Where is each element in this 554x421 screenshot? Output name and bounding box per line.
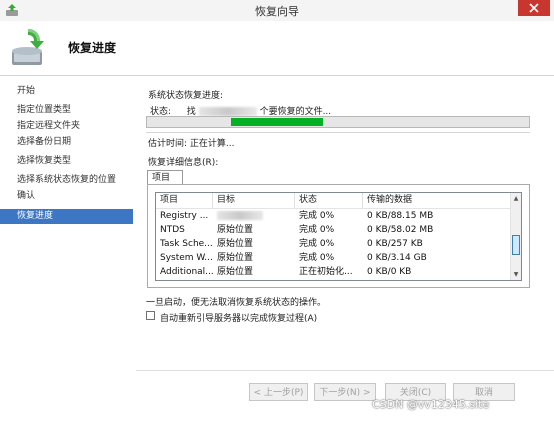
redacted-area: [198, 107, 257, 116]
page-title: 恢复进度: [68, 41, 117, 55]
column-header-status[interactable]: 状态: [295, 193, 363, 208]
cell-target: 原始位置: [217, 253, 254, 263]
cell-status: 正在初始化...: [299, 267, 353, 277]
tab-items[interactable]: 项目: [147, 170, 183, 184]
sidebar-item-location-type: 指定位置类型: [17, 105, 72, 115]
column-header-transferred[interactable]: 传输的数据: [363, 193, 512, 208]
list-scrollbar[interactable]: ▲ ▼: [510, 193, 521, 280]
cell-status: 完成 0%: [299, 253, 335, 263]
scroll-down-icon[interactable]: ▼: [512, 270, 520, 279]
scroll-up-icon[interactable]: ▲: [512, 194, 520, 203]
restore-progress-bar: [146, 116, 530, 128]
cell-transferred: 0 KB/0 KB: [367, 267, 412, 277]
cell-status: 完成 0%: [299, 211, 335, 221]
column-header-target[interactable]: 目标: [213, 193, 295, 208]
reboot-checkbox-label[interactable]: 自动重新引导服务器以完成恢复过程(A): [160, 311, 317, 324]
table-row[interactable]: NTDS 原始位置 完成 0% 0 KB/58.02 MB: [156, 224, 512, 237]
section-label: 系统状态恢复进度:: [148, 91, 224, 101]
restore-wizard-icon: [8, 27, 52, 69]
watermark: CSDN @vv12345.site: [372, 398, 490, 411]
sidebar-item-remote-folder: 指定远程文件夹: [17, 121, 81, 131]
estimate-text: 估计时间: 正在计算...: [148, 139, 235, 149]
cell-transferred: 0 KB/58.02 MB: [367, 225, 434, 235]
restore-wizard-window: 恢复向导 恢复进度 开始 指定位置类型 指定远程文件夹 选择备份日期 选择恢复类…: [0, 0, 554, 421]
cell-item: System W...: [160, 253, 213, 263]
title-bar: 恢复向导: [0, 0, 554, 22]
cell-target: [213, 210, 295, 223]
reboot-checkbox[interactable]: [146, 311, 155, 320]
scroll-thumb[interactable]: [512, 235, 520, 255]
cell-item: Registry ...: [160, 211, 209, 221]
cell-status: 完成 0%: [299, 225, 335, 235]
close-button[interactable]: [518, 0, 550, 16]
cell-transferred: 0 KB/3.14 GB: [367, 253, 427, 263]
cell-item: NTDS: [160, 225, 185, 235]
column-header-item[interactable]: 项目: [156, 193, 213, 208]
cell-target: 原始位置: [217, 225, 254, 235]
wizard-steps-sidebar: 开始 指定位置类型 指定远程文件夹 选择备份日期 选择恢复类型 选择系统状态恢复…: [0, 76, 137, 421]
redacted-area: [217, 211, 263, 220]
table-row[interactable]: System W... 原始位置 完成 0% 0 KB/3.14 GB: [156, 252, 512, 265]
cell-item: Task Sche...: [160, 239, 213, 249]
sidebar-item-recovery-type: 选择恢复类型: [17, 156, 72, 166]
cell-target: 原始位置: [217, 239, 254, 249]
sidebar-item-start: 开始: [17, 86, 36, 96]
cell-status: 完成 0%: [299, 239, 335, 249]
wizard-header: 恢复进度: [0, 21, 554, 76]
window-title: 恢复向导: [255, 5, 299, 18]
sidebar-item-progress: 恢复进度: [0, 209, 133, 224]
table-row[interactable]: Registry ... 完成 0% 0 KB/88.15 MB: [156, 210, 512, 223]
table-row[interactable]: Task Sche... 原始位置 完成 0% 0 KB/257 KB: [156, 238, 512, 251]
footer-divider: [136, 370, 554, 371]
details-label: 恢复详细信息(R):: [148, 158, 219, 168]
table-row[interactable]: Additional... 原始位置 正在初始化... 0 KB/0 KB: [156, 266, 512, 279]
warning-text: 一旦启动，便无法取消恢复系统状态的操作。: [146, 298, 327, 308]
divider: [146, 132, 530, 133]
sidebar-item-confirm: 确认: [17, 191, 36, 201]
sidebar-item-restore-location: 选择系统状态恢复的位置: [17, 175, 117, 185]
cell-item: Additional...: [160, 267, 213, 277]
progress-fill: [231, 118, 323, 126]
prev-button[interactable]: < 上一步(P): [249, 383, 308, 401]
sidebar-item-backup-date: 选择备份日期: [17, 137, 72, 147]
restore-items-list[interactable]: 项目 目标 状态 传输的数据 Registry ... 完成 0% 0 KB/8…: [155, 192, 522, 281]
details-panel: 项目 目标 状态 传输的数据 Registry ... 完成 0% 0 KB/8…: [147, 184, 530, 288]
cell-target: 原始位置: [217, 267, 254, 277]
list-header: 项目 目标 状态 传输的数据: [156, 193, 512, 209]
cell-transferred: 0 KB/88.15 MB: [367, 211, 434, 221]
cell-transferred: 0 KB/257 KB: [367, 239, 423, 249]
close-icon: [529, 3, 539, 13]
next-button[interactable]: 下一步(N) >: [314, 383, 376, 401]
